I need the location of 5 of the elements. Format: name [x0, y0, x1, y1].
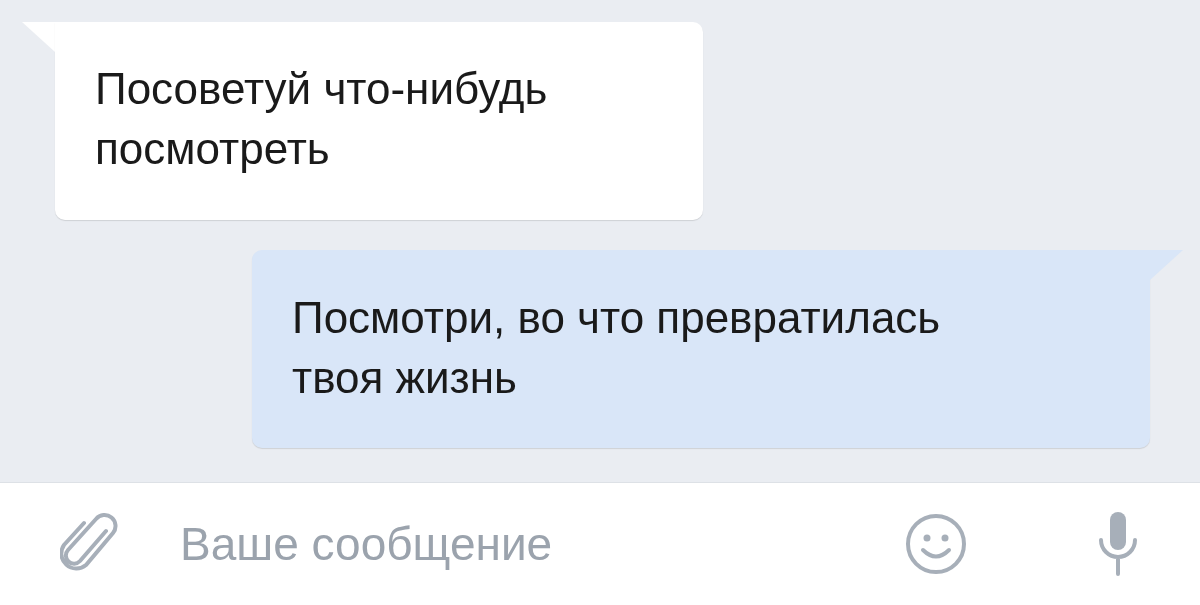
outgoing-message: Посмотри, во что превратилась твоя жизнь: [252, 250, 1183, 448]
bubble-tail: [22, 22, 55, 52]
smiley-icon[interactable]: [904, 512, 968, 576]
microphone-icon[interactable]: [1096, 510, 1140, 578]
incoming-message: Посоветуй что-нибудь посмотреть: [22, 22, 703, 220]
